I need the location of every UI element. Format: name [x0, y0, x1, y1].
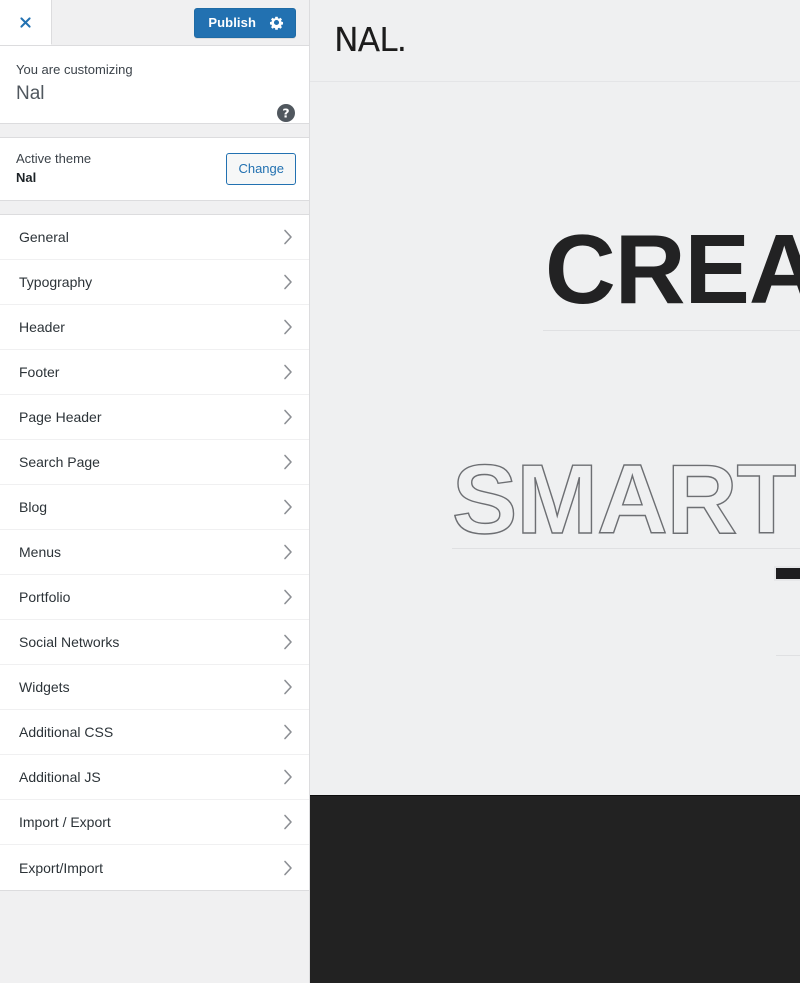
- close-icon: [18, 15, 33, 30]
- active-theme-text: Active theme Nal: [16, 150, 91, 188]
- hero-divider-3: [776, 655, 800, 656]
- customizer-section-export-import[interactable]: Export/Import: [0, 845, 309, 891]
- hero-accent-block: [774, 566, 800, 581]
- chevron-right-icon: [283, 724, 293, 740]
- customizer-screen: Publish You are customizing Nal ? Active…: [0, 0, 800, 983]
- panel-separator-top: [0, 124, 309, 139]
- section-label: Portfolio: [19, 589, 71, 606]
- section-label: Additional CSS: [19, 724, 114, 741]
- customizer-section-portfolio[interactable]: Portfolio: [0, 575, 309, 621]
- hero-divider-1: [543, 330, 800, 331]
- publish-button-label: Publish: [208, 15, 256, 30]
- section-label: Additional JS: [19, 769, 101, 786]
- help-icon[interactable]: ?: [276, 103, 296, 123]
- active-theme-row: Active theme Nal Change: [0, 138, 309, 202]
- section-label: Header: [19, 319, 65, 336]
- preview-hero-section: CREA SMART: [310, 82, 800, 795]
- customizer-section-menus[interactable]: Menus: [0, 530, 309, 576]
- section-label: Export/Import: [19, 859, 104, 876]
- section-label: Import / Export: [19, 814, 111, 831]
- chevron-right-icon: [283, 364, 293, 380]
- customizer-section-widgets[interactable]: Widgets: [0, 665, 309, 711]
- customizer-section-import-export[interactable]: Import / Export: [0, 800, 309, 846]
- chevron-right-icon: [283, 860, 293, 876]
- customizer-section-social-networks[interactable]: Social Networks: [0, 620, 309, 666]
- chevron-right-icon: [283, 634, 293, 650]
- chevron-right-icon: [283, 319, 293, 335]
- hero-headline-outline: SMART: [451, 444, 797, 554]
- section-label: Social Networks: [19, 634, 120, 651]
- hero-headline-solid: CREA: [545, 214, 800, 324]
- customizer-section-additional-js[interactable]: Additional JS: [0, 755, 309, 801]
- customizer-section-page-header[interactable]: Page Header: [0, 395, 309, 441]
- chevron-right-icon: [283, 589, 293, 605]
- customizer-section-footer[interactable]: Footer: [0, 350, 309, 396]
- header-spacer: [52, 0, 194, 45]
- section-label: Footer: [19, 364, 60, 381]
- customizer-header-bar: Publish: [0, 0, 309, 46]
- customizer-section-typography[interactable]: Typography: [0, 260, 309, 306]
- active-theme-name: Nal: [16, 170, 37, 186]
- sidebar-filler: [0, 891, 309, 983]
- hero-divider-2: [452, 548, 800, 549]
- site-preview-pane[interactable]: NAL. CREA SMART: [310, 0, 800, 983]
- gear-icon[interactable]: [269, 15, 284, 30]
- chevron-right-icon: [283, 409, 293, 425]
- section-label: Menus: [19, 544, 62, 561]
- chevron-right-icon: [283, 679, 293, 695]
- section-label: Widgets: [19, 679, 70, 696]
- active-theme-label: Active theme: [16, 151, 92, 167]
- customizer-section-list: General Typography Header Footer Page Header…: [0, 215, 309, 892]
- customizing-eyebrow: You are customizing: [16, 62, 133, 77]
- customizing-site-title: Nal: [16, 82, 45, 104]
- chevron-right-icon: [283, 814, 293, 830]
- chevron-right-icon: [283, 454, 293, 470]
- customizer-sidebar: Publish You are customizing Nal ? Active…: [0, 0, 310, 983]
- chevron-right-icon: [283, 769, 293, 785]
- section-label: Search Page: [19, 454, 100, 471]
- customizer-section-search-page[interactable]: Search Page: [0, 440, 309, 486]
- chevron-right-icon: [283, 229, 293, 245]
- svg-text:?: ?: [282, 106, 289, 121]
- preview-dark-section: [310, 795, 800, 983]
- change-theme-button[interactable]: Change: [226, 152, 296, 186]
- customizer-section-header[interactable]: Header: [0, 305, 309, 351]
- customizer-section-additional-css[interactable]: Additional CSS: [0, 710, 309, 756]
- panel-separator-sections: [0, 201, 309, 216]
- publish-button[interactable]: Publish: [194, 7, 296, 38]
- section-label: Page Header: [19, 409, 102, 426]
- close-customizer-button[interactable]: [0, 0, 52, 45]
- section-label: Typography: [19, 274, 93, 291]
- customizer-section-blog[interactable]: Blog: [0, 485, 309, 531]
- publish-actions: Publish: [194, 0, 309, 45]
- section-label: General: [19, 229, 69, 246]
- site-logo[interactable]: NAL.: [334, 20, 407, 59]
- chevron-right-icon: [283, 499, 293, 515]
- customizer-section-general[interactable]: General: [0, 215, 309, 261]
- customizing-info-panel: You are customizing Nal ?: [0, 46, 309, 125]
- section-label: Blog: [19, 499, 48, 516]
- chevron-right-icon: [283, 544, 293, 560]
- chevron-right-icon: [283, 274, 293, 290]
- preview-site-header: NAL.: [310, 0, 800, 82]
